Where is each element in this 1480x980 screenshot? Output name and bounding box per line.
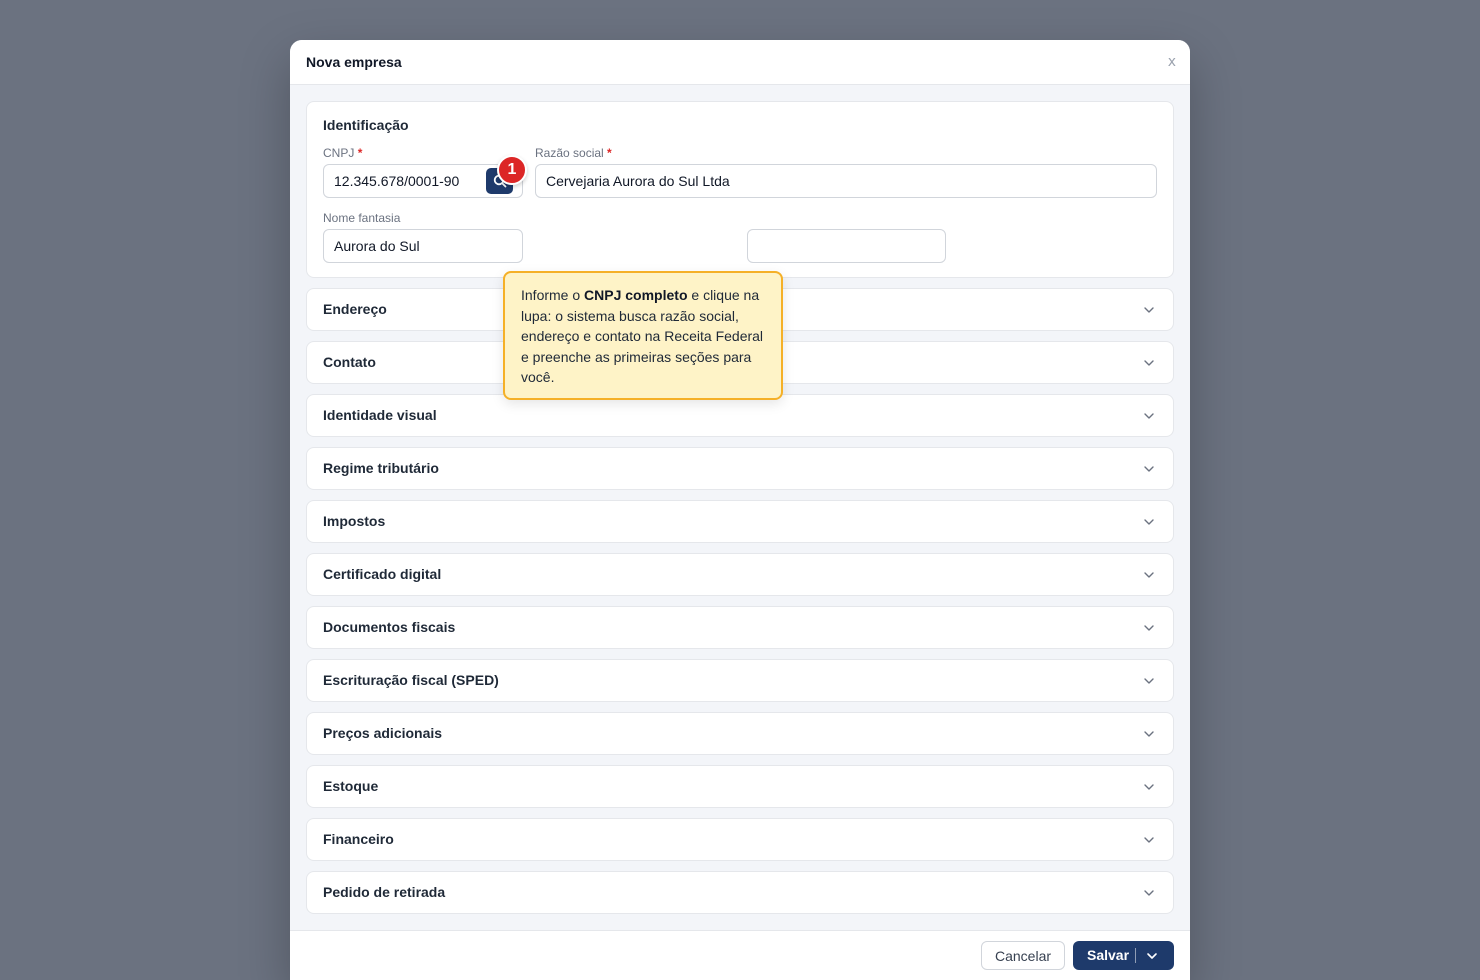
chevron-down-icon: [1144, 360, 1154, 366]
save-button-label: Salvar: [1087, 947, 1130, 963]
nome-fantasia-label: Nome fantasia: [323, 211, 401, 225]
razao-social-label: Razão social *: [535, 146, 612, 160]
cnpj-label: CNPJ *: [323, 146, 363, 160]
accordion-section[interactable]: Impostos: [306, 500, 1174, 543]
accordion-section[interactable]: Estoque: [306, 765, 1174, 808]
secondary-input[interactable]: [747, 229, 946, 263]
accordion-section[interactable]: Pedido de retirada: [306, 871, 1174, 914]
accordion-section[interactable]: Certificado digital: [306, 553, 1174, 596]
chevron-down-icon: [1144, 572, 1154, 578]
section-label: Documentos fiscais: [323, 619, 456, 635]
section-label: Escrituração fiscal (SPED): [323, 672, 499, 688]
section-label: Preços adicionais: [323, 725, 443, 741]
chevron-down-icon: [1144, 307, 1154, 313]
section-label: Identidade visual: [323, 407, 437, 423]
new-company-modal: Nova empresa x Identificação CNPJ * 12.3…: [290, 40, 1190, 980]
identification-card: Identificação CNPJ * 12.345.678/0001-90 …: [306, 101, 1174, 400]
modal-body: Identificação CNPJ * 12.345.678/0001-90 …: [306, 101, 1174, 914]
nome-fantasia-input[interactable]: Aurora do Sul: [323, 229, 523, 263]
close-icon[interactable]: x: [1168, 54, 1176, 70]
section-label: Financeiro: [323, 831, 394, 847]
razao-social-value: Cervejaria Aurora do Sul Ltda: [546, 173, 730, 189]
chevron-down-icon[interactable]: [1145, 949, 1159, 963]
chevron-down-icon: [1144, 837, 1154, 843]
chevron-down-icon: [1144, 731, 1154, 737]
required-marker: *: [607, 146, 612, 160]
identification-title: Identificação: [323, 117, 409, 133]
razao-social-input[interactable]: Cervejaria Aurora do Sul Ltda: [535, 164, 1157, 198]
section-label: Impostos: [323, 513, 386, 529]
section-label: Pedido de retirada: [323, 884, 446, 900]
accordion-section[interactable]: Escrituração fiscal (SPED): [306, 659, 1174, 702]
section-label: Regime tributário: [323, 460, 439, 476]
modal-title: Nova empresa: [306, 54, 402, 70]
chevron-down-icon: [1144, 784, 1154, 790]
modal-footer: Cancelar Salvar: [290, 930, 1190, 980]
cnpj-value: 12.345.678/0001-90: [334, 173, 460, 189]
chevron-down-icon: [1144, 466, 1154, 472]
accordion-section[interactable]: Documentos fiscais: [306, 606, 1174, 649]
accordion-section[interactable]: Identidade visual: [306, 394, 1174, 437]
section-label: Certificado digital: [323, 566, 442, 582]
chevron-down-icon: [1144, 678, 1154, 684]
modal-header: Nova empresa x: [290, 40, 1190, 85]
save-button[interactable]: Salvar: [1073, 941, 1174, 970]
chevron-down-icon: [1144, 625, 1154, 631]
accordion-section[interactable]: Preços adicionais: [306, 712, 1174, 755]
chevron-down-icon: [1144, 519, 1154, 525]
nome-fantasia-value: Aurora do Sul: [334, 238, 420, 254]
onboarding-tooltip: Informe o CNPJ completo e clique na lupa…: [503, 271, 783, 400]
accordion-section[interactable]: Regime tributário: [306, 447, 1174, 490]
section-label: Endereço: [323, 301, 387, 317]
section-label: Estoque: [323, 778, 379, 794]
cancel-button[interactable]: Cancelar: [981, 941, 1065, 970]
tooltip-highlight: CNPJ completo: [584, 287, 688, 303]
step-badge: 1: [497, 155, 527, 185]
chevron-down-icon: [1144, 890, 1154, 896]
section-label: Contato: [323, 354, 376, 370]
accordion-section[interactable]: Financeiro: [306, 818, 1174, 861]
chevron-down-icon: [1144, 413, 1154, 419]
save-button-divider: [1135, 948, 1136, 963]
required-marker: *: [357, 146, 363, 160]
